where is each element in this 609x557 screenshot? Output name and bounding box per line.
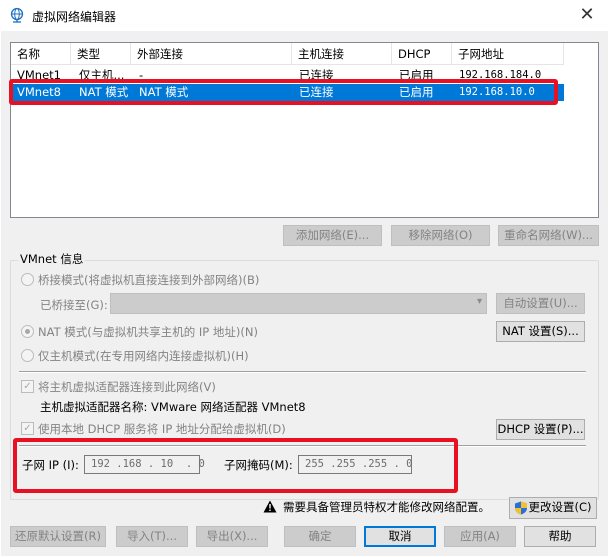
dhcp-settings-button[interactable]: DHCP 设置(P)... xyxy=(496,419,585,440)
close-icon[interactable]: ✕ xyxy=(575,4,599,25)
network-list[interactable]: 名称 类型 外部连接 主机连接 DHCP 子网地址 VMnet1 仅主机... … xyxy=(10,42,599,218)
column-header-host[interactable]: 主机连接 xyxy=(292,43,392,65)
cancel-button[interactable]: 取消 xyxy=(364,526,436,547)
column-header-subnet[interactable]: 子网地址 xyxy=(452,43,564,65)
window-title: 虚拟网络编辑器 xyxy=(32,10,117,24)
nat-mode-label: NAT 模式(与虚拟机共享主机的 IP 地址)(N) xyxy=(38,325,258,339)
ok-button[interactable]: 确定 xyxy=(284,526,356,547)
remove-network-button[interactable]: 移除网络(O) xyxy=(391,225,490,246)
uac-shield-icon xyxy=(515,501,527,515)
bridged-to-label: 已桥接至(G): xyxy=(40,298,108,312)
highlight-box-selected-row xyxy=(9,79,558,105)
column-header-name[interactable]: 名称 xyxy=(11,43,71,65)
adapter-name-text: 主机虚拟适配器名称: VMware 网络适配器 VMnet8 xyxy=(40,400,306,414)
warning-icon xyxy=(263,500,277,513)
bridged-to-select[interactable]: ▾ xyxy=(110,293,487,314)
add-network-button[interactable]: 添加网络(E)... xyxy=(283,225,382,246)
export-button[interactable]: 导出(X)... xyxy=(196,526,268,547)
bridge-mode-label: 桥接模式(将虚拟机直接连接到外部网络)(B) xyxy=(38,273,260,287)
chevron-down-icon: ▾ xyxy=(476,296,482,307)
column-header-dhcp[interactable]: DHCP xyxy=(392,43,452,65)
host-only-radio[interactable] xyxy=(21,349,34,362)
title-bar: 虚拟网络编辑器 ✕ xyxy=(0,0,609,30)
use-dhcp-checkbox[interactable]: ✓ xyxy=(21,422,34,435)
nat-mode-radio[interactable] xyxy=(21,325,34,338)
list-header: 名称 类型 外部连接 主机连接 DHCP 子网地址 xyxy=(11,43,564,65)
connect-adapter-checkbox[interactable]: ✓ xyxy=(21,380,34,393)
highlight-box-subnet xyxy=(13,438,458,493)
restore-defaults-button[interactable]: 还原默认设置(R) xyxy=(10,526,106,547)
group-label-vmnet-info: VMnet 信息 xyxy=(18,251,86,267)
use-dhcp-label: 使用本地 DHCP 服务将 IP 地址分配给虚拟机(D) xyxy=(38,422,286,436)
help-button[interactable]: 帮助 xyxy=(524,526,596,547)
host-only-label: 仅主机模式(在专用网络内连接虚拟机)(H) xyxy=(38,349,249,363)
import-button[interactable]: 导入(T)... xyxy=(116,526,188,547)
admin-notice-text: 需要具备管理员特权才能修改网络配置。 xyxy=(283,500,490,514)
change-settings-button[interactable]: 更改设置(C) xyxy=(509,497,597,519)
change-settings-label: 更改设置(C) xyxy=(528,500,592,514)
column-header-type[interactable]: 类型 xyxy=(71,43,131,65)
separator xyxy=(19,371,586,373)
connect-adapter-label: 将主机虚拟适配器连接到此网络(V) xyxy=(38,380,216,394)
bridge-mode-radio[interactable] xyxy=(21,273,34,286)
nat-settings-button[interactable]: NAT 设置(S)... xyxy=(496,321,585,342)
auto-settings-button[interactable]: 自动设置(U)... xyxy=(496,293,585,314)
apply-button[interactable]: 应用(A) xyxy=(444,526,516,547)
network-globe-icon xyxy=(10,7,24,23)
rename-network-button[interactable]: 重命名网络(W)... xyxy=(498,225,599,246)
column-header-external[interactable]: 外部连接 xyxy=(131,43,292,65)
